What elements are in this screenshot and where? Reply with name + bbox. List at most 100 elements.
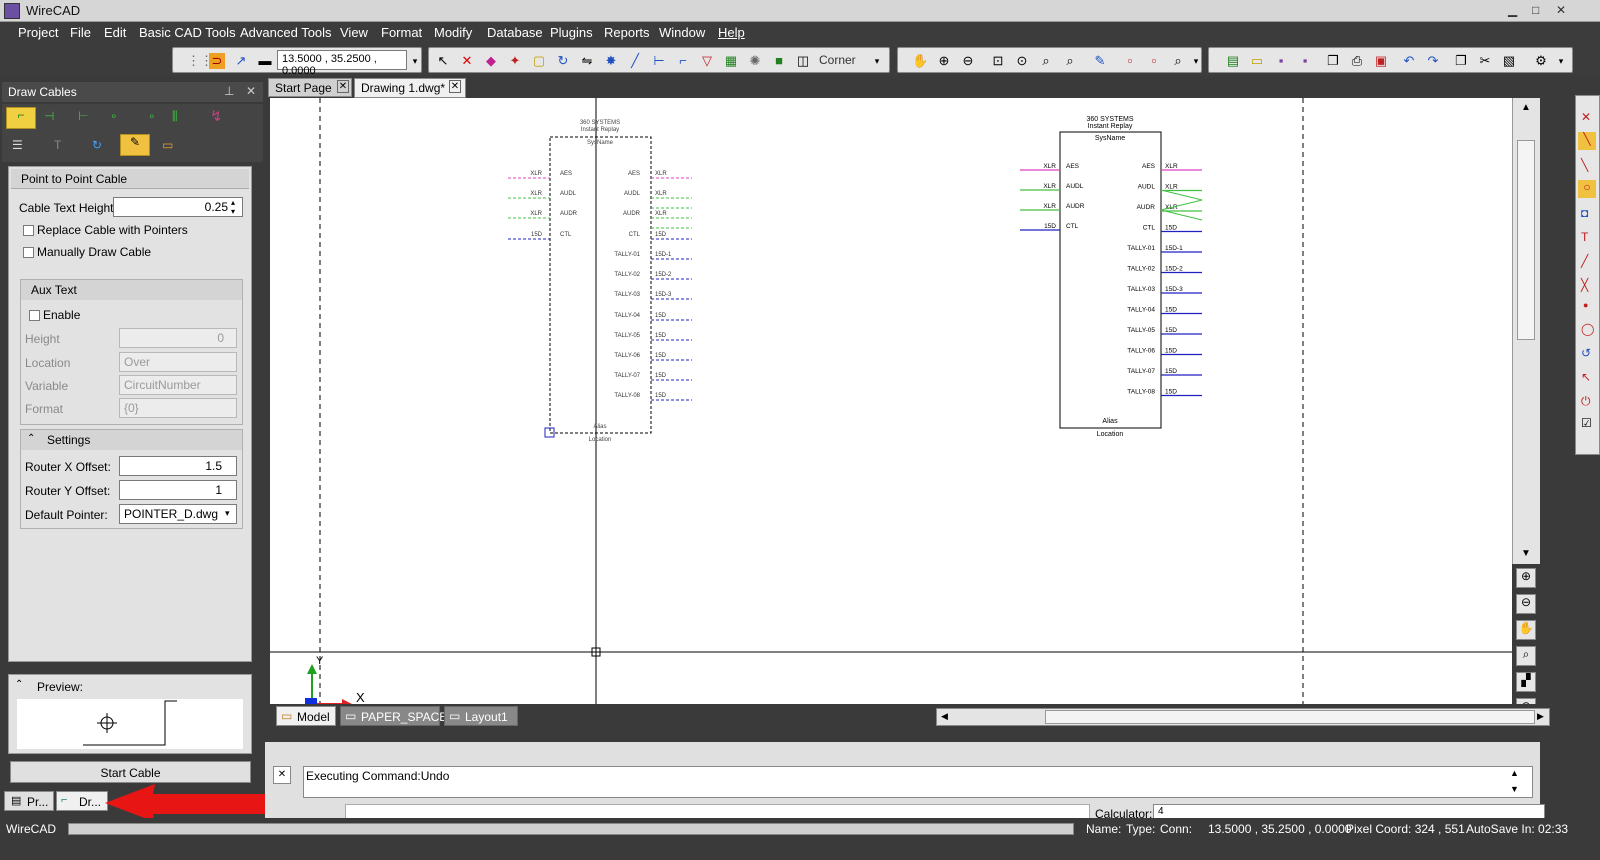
zoom-out-icon[interactable]: ⊖ xyxy=(960,53,976,69)
router-x-input[interactable]: 1.5 xyxy=(119,456,237,476)
scroll-left-icon[interactable]: ◀ xyxy=(941,711,948,722)
print-icon[interactable]: ⎙ xyxy=(1349,53,1365,69)
folder-icon[interactable]: ▭ xyxy=(162,138,173,152)
polyline-icon[interactable]: ╱ xyxy=(1581,254,1588,268)
rectangle-icon[interactable]: ▢ xyxy=(531,53,547,69)
menu-view[interactable]: View xyxy=(340,25,368,40)
zoom-in-icon[interactable]: ⊕ xyxy=(1516,568,1536,588)
pdf-icon[interactable]: ▣ xyxy=(1373,53,1389,69)
menu-edit[interactable]: Edit xyxy=(104,25,126,40)
text-tool-icon[interactable]: T xyxy=(54,138,61,152)
paste-icon[interactable]: ▧ xyxy=(1501,53,1517,69)
cable-left-icon[interactable]: ⊣ xyxy=(44,109,54,123)
cancel-icon[interactable]: ✕ xyxy=(459,53,475,69)
tab-paper-space[interactable]: ▭ PAPER_SPACE xyxy=(340,706,447,726)
circle-icon[interactable]: ○ xyxy=(1578,180,1596,198)
point-icon[interactable]: ● xyxy=(1583,300,1588,310)
menu-file[interactable]: File xyxy=(70,25,91,40)
edit-note-icon[interactable]: ✎ xyxy=(120,134,150,156)
canvas-horizontal-scrollbar[interactable]: ◀ ▶ xyxy=(936,708,1550,726)
zoom-in-icon[interactable]: ⊕ xyxy=(936,53,952,69)
save-icon[interactable]: ▪ xyxy=(1273,53,1289,69)
measure-icon[interactable]: ✎ xyxy=(1092,53,1108,69)
scroll-down-icon[interactable]: ▼ xyxy=(1521,548,1531,559)
aux-location-select[interactable]: Over xyxy=(119,352,237,372)
zoom-previous-icon[interactable]: ⌕ xyxy=(1038,53,1054,69)
scroll-right-icon[interactable]: ▶ xyxy=(1537,711,1544,722)
page-icon[interactable]: ▫ xyxy=(1146,53,1162,69)
aux-text-header[interactable]: Aux Text xyxy=(21,280,242,300)
menu-reports[interactable]: Reports xyxy=(604,25,650,40)
enable-checkbox[interactable] xyxy=(29,310,40,321)
refresh-icon[interactable]: ↻ xyxy=(92,138,102,152)
cable-stub-branch[interactable] xyxy=(1160,189,1203,201)
aux-height-input[interactable]: 0 xyxy=(119,328,237,348)
line-icon[interactable]: ╱ xyxy=(627,53,643,69)
node-small-icon[interactable]: ∘ xyxy=(110,109,118,123)
chevron-down-icon[interactable]: ▾ xyxy=(869,53,885,69)
node-small-2-icon[interactable]: ∘ xyxy=(148,109,156,123)
save-all-icon[interactable]: ▪ xyxy=(1297,53,1313,69)
close-tab-icon[interactable]: ✕ xyxy=(449,80,461,93)
settings-header[interactable]: ⌃ Settings xyxy=(21,430,242,450)
chevron-down-icon[interactable]: ▾ xyxy=(1188,53,1204,69)
canvas-vertical-scrollbar[interactable]: ▲ ▼ xyxy=(1512,98,1540,564)
ruler-icon[interactable]: ▞ xyxy=(1516,672,1536,692)
pan-hand-icon[interactable]: ✋ xyxy=(1516,620,1536,640)
close-icon[interactable]: ✕ xyxy=(1556,3,1566,17)
tab-layout1[interactable]: ▭ Layout1 xyxy=(444,706,518,726)
delete-icon[interactable]: ✕ xyxy=(1581,110,1591,124)
route-icon[interactable]: ↯ xyxy=(210,107,223,125)
cut-icon[interactable]: ✂ xyxy=(1477,53,1493,69)
new-icon[interactable]: ▫ xyxy=(1122,53,1138,69)
ellipse-icon[interactable]: ◯ xyxy=(1581,322,1594,336)
menu-advanced-tools[interactable]: Advanced Tools xyxy=(240,25,332,40)
command-close-icon[interactable]: ✕ xyxy=(273,766,291,784)
snap-magnet-icon[interactable]: ⊃ xyxy=(209,53,225,69)
explode-icon[interactable]: ✸ xyxy=(603,53,619,69)
scroll-up-icon[interactable]: ▲ xyxy=(1510,768,1519,778)
copy-icon[interactable]: ❐ xyxy=(1325,53,1341,69)
aux-variable-select[interactable]: CircuitNumber xyxy=(119,375,237,395)
menu-help[interactable]: Help xyxy=(718,25,745,40)
cable-text-height-input[interactable]: 0.25 xyxy=(113,197,243,217)
menu-modify[interactable]: Modify xyxy=(434,25,472,40)
find-icon[interactable]: ⌕ xyxy=(1170,53,1186,69)
tab-draw-cables[interactable]: ⌐ Dr... xyxy=(56,791,108,811)
grid-icon[interactable]: ▦ xyxy=(723,53,739,69)
cross-icon[interactable]: ╳ xyxy=(1581,278,1588,292)
bus-icon[interactable]: ⫼ xyxy=(172,109,178,124)
fill-icon[interactable]: ■ xyxy=(771,53,787,69)
pin-icon[interactable]: ⊥ xyxy=(224,84,234,98)
list-icon[interactable]: ☰ xyxy=(12,138,23,152)
open-file-icon[interactable]: ▭ xyxy=(1249,53,1265,69)
zoom-extents-icon[interactable]: ⊙ xyxy=(1014,53,1030,69)
tab-model[interactable]: ▭ Model xyxy=(276,706,336,726)
aux-format-input[interactable]: {0} xyxy=(119,398,237,418)
settings-gear-icon[interactable]: ✺ xyxy=(747,53,763,69)
collapse-icon[interactable]: ⌃ xyxy=(27,433,35,444)
replace-cable-checkbox[interactable] xyxy=(23,225,34,236)
layer-icon[interactable]: ▬ xyxy=(257,53,273,69)
zoom-window-icon[interactable]: ⌕ xyxy=(1516,646,1536,666)
node-icon[interactable]: ◆ xyxy=(483,53,499,69)
menu-database[interactable]: Database xyxy=(487,25,543,40)
box-icon[interactable]: ◫ xyxy=(795,53,811,69)
checklist-icon[interactable]: ☑ xyxy=(1581,416,1592,430)
tab-start-page[interactable]: Start Page ✕ xyxy=(268,78,352,97)
tab-drawing-1[interactable]: Drawing 1.dwg* ✕ xyxy=(354,78,466,98)
drawing-canvas[interactable]: 360 SYSTEMS Instant Replay SysName Alias… xyxy=(270,98,1512,704)
new-file-icon[interactable]: ▤ xyxy=(1225,53,1241,69)
arc-icon[interactable]: ↺ xyxy=(1581,346,1591,360)
extend-icon[interactable]: ⊢ xyxy=(651,53,667,69)
corner-mode-label[interactable]: Corner xyxy=(819,53,856,67)
undo-icon[interactable]: ↶ xyxy=(1401,53,1417,69)
copy-clip-icon[interactable]: ❐ xyxy=(1453,53,1469,69)
redo-icon[interactable]: ↷ xyxy=(1425,53,1441,69)
power-icon[interactable]: ⏻ xyxy=(1581,394,1591,409)
minimize-icon[interactable]: ▁ xyxy=(1508,3,1517,17)
coord-input[interactable]: 13.5000 , 35.2500 , 0.0000 xyxy=(277,50,407,77)
chevron-down-icon[interactable]: ▾ xyxy=(407,53,423,69)
scroll-up-icon[interactable]: ▲ xyxy=(1521,102,1531,113)
tab-properties[interactable]: ▤ Pr... xyxy=(4,791,54,811)
